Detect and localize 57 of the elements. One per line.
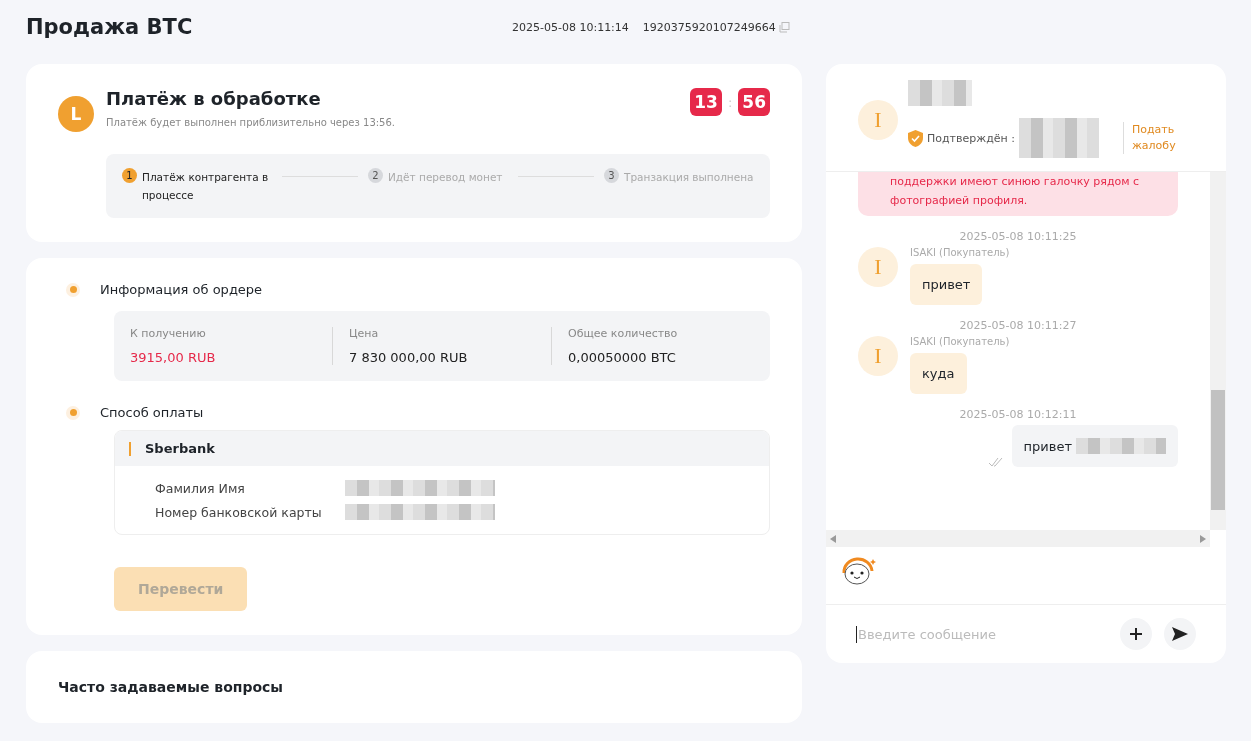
bank-name: Sberbank bbox=[145, 441, 215, 456]
field-label: Цена bbox=[349, 327, 380, 340]
shield-check-icon bbox=[908, 129, 923, 147]
step-label: Транзакция выполнена bbox=[624, 170, 754, 185]
section-title: Информация об ордере bbox=[100, 282, 263, 297]
sender-name: ISAKI (Покупатель) bbox=[910, 247, 1010, 258]
copy-icon[interactable] bbox=[778, 21, 790, 33]
scroll-left-icon[interactable] bbox=[830, 534, 837, 543]
scroll-right-icon[interactable] bbox=[1199, 534, 1206, 543]
field-value: 7 830 000,00 RUB bbox=[349, 350, 469, 365]
field-value: 3915,00 RUB bbox=[130, 350, 217, 365]
field-label: К получению bbox=[130, 327, 207, 340]
warning-notice: поддержки имеют синюю галочку рядом с фотографией профиля. bbox=[858, 172, 1178, 216]
sender-avatar: I bbox=[858, 336, 898, 376]
step-number: 1 bbox=[122, 168, 137, 183]
timer-minutes: 13 bbox=[690, 88, 722, 116]
complaint-link[interactable]: Подать жалобу bbox=[1122, 122, 1183, 154]
sender-avatar: I bbox=[858, 247, 898, 287]
page-title: Продажа BTC bbox=[26, 15, 194, 39]
section-title: Способ оплаты bbox=[100, 405, 204, 420]
status-subtitle: Платёж будет выполнен приблизительно через 13:56. bbox=[106, 117, 396, 128]
horizontal-scrollbar[interactable] bbox=[826, 530, 1210, 547]
sender-name: ISAKI (Покупатель) bbox=[910, 336, 1010, 347]
step-label: Идёт перевод монет bbox=[388, 170, 503, 185]
send-icon bbox=[1172, 627, 1188, 641]
detail-label: Номер банковской карты bbox=[155, 504, 323, 520]
redaction-mark bbox=[908, 80, 972, 106]
message-time: 2025-05-08 10:12:11 bbox=[958, 408, 1078, 421]
scrollbar[interactable] bbox=[1210, 172, 1226, 530]
status-avatar: L bbox=[58, 96, 94, 132]
field-label: Общее количество bbox=[568, 327, 679, 340]
faq-title: Часто задаваемые вопросы bbox=[58, 679, 285, 695]
message-time: 2025-05-08 10:11:25 bbox=[958, 230, 1078, 243]
message-bubble: привет bbox=[1011, 425, 1178, 467]
order-date: 2025-05-08 10:11:14 bbox=[512, 20, 629, 34]
status-title: Платёж в обработке bbox=[106, 88, 322, 109]
message-time: 2025-05-08 10:11:27 bbox=[958, 319, 1078, 332]
timer-separator: : bbox=[727, 94, 733, 110]
order-id: 1920375920107249664 bbox=[642, 20, 776, 34]
step-number: 2 bbox=[368, 168, 383, 183]
detail-label: Фамилия Имя bbox=[155, 480, 246, 496]
timer-seconds: 56 bbox=[738, 88, 770, 116]
message-bubble: куда bbox=[910, 353, 967, 394]
scrollbar-thumb[interactable] bbox=[1211, 390, 1225, 510]
section-bullet-icon bbox=[66, 405, 80, 420]
message-bubble: привет bbox=[910, 264, 983, 305]
step-number: 3 bbox=[604, 168, 619, 183]
send-button[interactable] bbox=[1164, 618, 1196, 650]
section-bullet-icon bbox=[66, 282, 80, 297]
step-label: Платёж контрагента в процессе bbox=[142, 170, 270, 203]
accent-bar bbox=[129, 441, 131, 456]
field-value: 0,00050000 BTC bbox=[568, 350, 677, 365]
support-mascot-icon[interactable] bbox=[840, 555, 878, 587]
attach-button[interactable] bbox=[1120, 618, 1152, 650]
plus-icon bbox=[1129, 627, 1143, 641]
user-avatar: I bbox=[858, 100, 898, 140]
verified-label: Подтверждён : bbox=[927, 131, 1015, 145]
